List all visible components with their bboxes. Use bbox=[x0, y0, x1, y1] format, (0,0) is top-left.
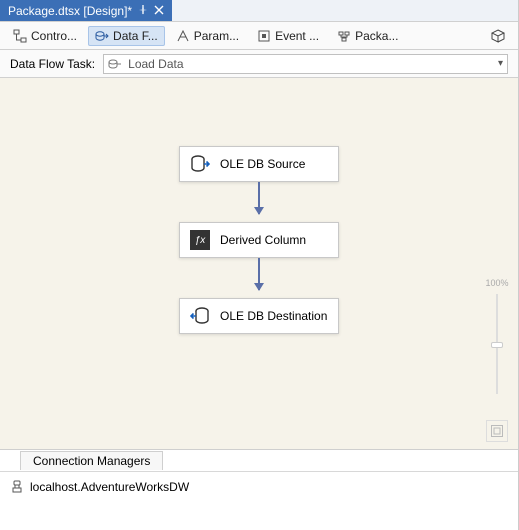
tab-control-flow[interactable]: Contro... bbox=[6, 26, 84, 46]
db-dest-icon bbox=[190, 306, 210, 326]
node-ole-db-destination[interactable]: OLE DB Destination bbox=[179, 298, 339, 334]
tab-event-handlers[interactable]: Event ... bbox=[250, 26, 326, 46]
node-ole-db-source[interactable]: OLE DB Source bbox=[179, 146, 339, 182]
designer-tabs: Contro... Data F... Param... Event ... P… bbox=[0, 22, 518, 50]
zoom-percent: 100% bbox=[485, 278, 508, 288]
data-flow-task-select[interactable]: Load Data ▾ bbox=[103, 54, 508, 74]
tab-label: Packa... bbox=[355, 29, 398, 43]
design-canvas[interactable]: OLE DB Source ƒx Derived Column OLE DB D… bbox=[0, 78, 518, 450]
file-tab-title: Package.dtsx [Design]* bbox=[8, 4, 132, 18]
tab-label: Contro... bbox=[31, 29, 77, 43]
tab-label: Event ... bbox=[275, 29, 319, 43]
package-icon bbox=[337, 29, 351, 43]
task-label: Data Flow Task: bbox=[10, 57, 95, 71]
pin-icon[interactable] bbox=[138, 4, 148, 18]
db-source-icon bbox=[190, 154, 210, 174]
tab-package-explorer[interactable]: Packa... bbox=[330, 26, 405, 46]
cube-icon bbox=[491, 29, 505, 43]
node-label: Derived Column bbox=[220, 233, 306, 247]
connection-name: localhost.AdventureWorksDW bbox=[30, 480, 189, 494]
task-value: Load Data bbox=[128, 57, 492, 71]
tab-label: Param... bbox=[194, 29, 239, 43]
tab-extensions[interactable]: E bbox=[484, 26, 512, 46]
node-derived-column[interactable]: ƒx Derived Column bbox=[179, 222, 339, 258]
tab-data-flow[interactable]: Data F... bbox=[88, 26, 165, 46]
zoom-control: 100% bbox=[482, 278, 512, 442]
data-flow-icon bbox=[95, 29, 109, 43]
close-icon[interactable] bbox=[154, 4, 164, 18]
zoom-slider[interactable] bbox=[496, 294, 498, 394]
connection-item[interactable]: localhost.AdventureWorksDW bbox=[10, 478, 508, 496]
connection-managers-panel: localhost.AdventureWorksDW bbox=[0, 472, 518, 502]
control-flow-icon bbox=[13, 29, 27, 43]
fit-to-window-button[interactable] bbox=[486, 420, 508, 442]
connector-arrow[interactable] bbox=[258, 258, 260, 290]
tab-parameters[interactable]: Param... bbox=[169, 26, 246, 46]
fx-icon: ƒx bbox=[190, 230, 210, 250]
cm-header-label: Connection Managers bbox=[33, 454, 150, 468]
parameters-icon bbox=[176, 29, 190, 43]
node-label: OLE DB Destination bbox=[220, 309, 327, 323]
tab-label: Data F... bbox=[113, 29, 158, 43]
connection-managers-tab[interactable]: Connection Managers bbox=[20, 451, 163, 470]
event-icon bbox=[257, 29, 271, 43]
node-label: OLE DB Source bbox=[220, 157, 305, 171]
connection-icon bbox=[10, 480, 24, 494]
task-icon bbox=[108, 57, 122, 71]
file-tab[interactable]: Package.dtsx [Design]* bbox=[0, 0, 172, 21]
connector-arrow[interactable] bbox=[258, 182, 260, 214]
chevron-down-icon: ▾ bbox=[498, 58, 503, 69]
zoom-thumb[interactable] bbox=[491, 342, 503, 348]
